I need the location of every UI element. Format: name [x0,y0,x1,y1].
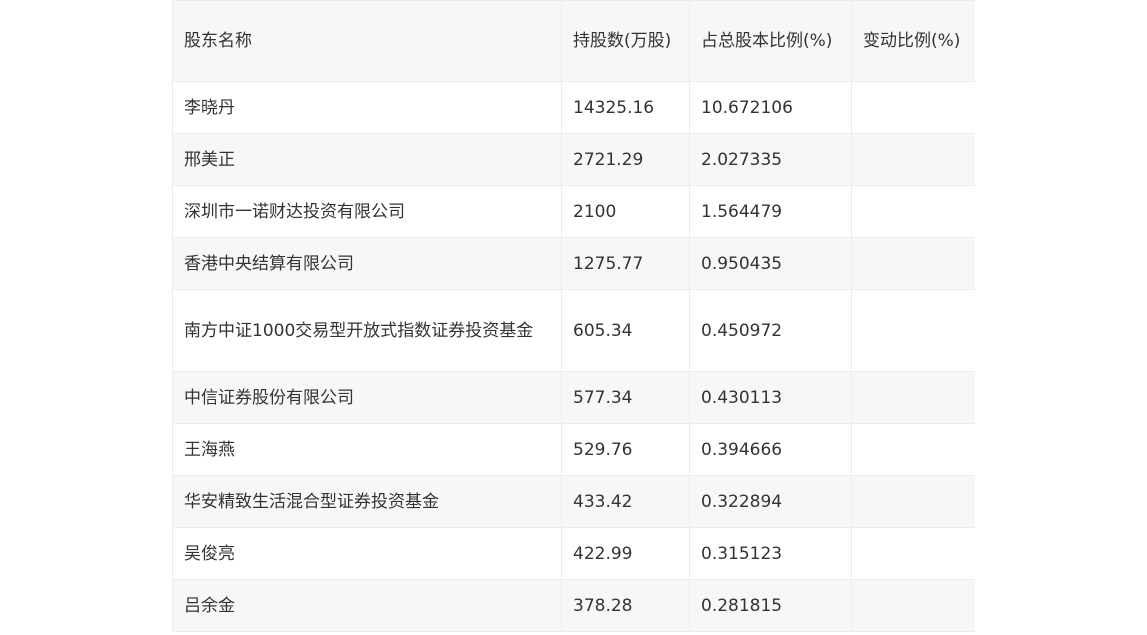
header-shares-held: 持股数(万股) [561,0,690,82]
cell-change-ratio [851,527,975,580]
table-row: 华安精致生活混合型证券投资基金 433.42 0.322894 [172,475,975,528]
cell-shares-held: 2721.29 [561,133,690,186]
cell-change-ratio [851,237,975,290]
cell-shareholder-name: 邢美正 [172,133,562,186]
cell-share-ratio: 1.564479 [689,185,852,238]
table-row: 深圳市一诺财达投资有限公司 2100 1.564479 [172,185,975,238]
cell-change-ratio [851,81,975,134]
header-row: 股东名称 持股数(万股) 占总股本比例(%) 变动比例(%) [172,0,975,82]
cell-share-ratio: 0.281815 [689,579,852,632]
table-row: 中信证券股份有限公司 577.34 0.430113 [172,371,975,424]
cell-share-ratio: 0.394666 [689,423,852,476]
cell-share-ratio: 0.322894 [689,475,852,528]
table-row: 吴俊亮 422.99 0.315123 [172,527,975,580]
cell-change-ratio [851,185,975,238]
table-header: 股东名称 持股数(万股) 占总股本比例(%) 变动比例(%) [172,0,975,82]
header-shareholder-name: 股东名称 [172,0,562,82]
table-row: 香港中央结算有限公司 1275.77 0.950435 [172,237,975,290]
header-share-ratio: 占总股本比例(%) [689,0,852,82]
cell-shareholder-name: 中信证券股份有限公司 [172,371,562,424]
cell-shareholder-name: 王海燕 [172,423,562,476]
cell-share-ratio: 0.430113 [689,371,852,424]
cell-shareholder-name: 深圳市一诺财达投资有限公司 [172,185,562,238]
cell-change-ratio [851,423,975,476]
cell-share-ratio: 0.450972 [689,289,852,372]
cell-share-ratio: 0.950435 [689,237,852,290]
cell-shares-held: 422.99 [561,527,690,580]
cell-shareholder-name: 吴俊亮 [172,527,562,580]
table-row: 南方中证1000交易型开放式指数证券投资基金 605.34 0.450972 [172,289,975,372]
cell-share-ratio: 2.027335 [689,133,852,186]
cell-shares-held: 577.34 [561,371,690,424]
cell-share-ratio: 10.672106 [689,81,852,134]
cell-shares-held: 529.76 [561,423,690,476]
cell-shares-held: 2100 [561,185,690,238]
cell-change-ratio [851,579,975,632]
cell-share-ratio: 0.315123 [689,527,852,580]
cell-shares-held: 433.42 [561,475,690,528]
cell-change-ratio [851,289,975,372]
header-change-ratio: 变动比例(%) [851,0,975,82]
cell-change-ratio [851,133,975,186]
table-row: 邢美正 2721.29 2.027335 [172,133,975,186]
table-row: 李晓丹 14325.16 10.672106 [172,81,975,134]
cell-shares-held: 1275.77 [561,237,690,290]
cell-shares-held: 378.28 [561,579,690,632]
cell-shares-held: 605.34 [561,289,690,372]
cell-shareholder-name: 南方中证1000交易型开放式指数证券投资基金 [172,289,562,372]
shareholder-table-container: 股东名称 持股数(万股) 占总股本比例(%) 变动比例(%) 李晓丹 14325… [172,0,975,635]
table-body: 李晓丹 14325.16 10.672106 邢美正 2721.29 2.027… [172,81,975,632]
table-row: 王海燕 529.76 0.394666 [172,423,975,476]
cell-change-ratio [851,475,975,528]
cell-shareholder-name: 李晓丹 [172,81,562,134]
shareholder-table: 股东名称 持股数(万股) 占总股本比例(%) 变动比例(%) 李晓丹 14325… [172,0,975,632]
cell-change-ratio [851,371,975,424]
cell-shareholder-name: 香港中央结算有限公司 [172,237,562,290]
cell-shares-held: 14325.16 [561,81,690,134]
table-row: 吕余金 378.28 0.281815 [172,579,975,632]
cell-shareholder-name: 吕余金 [172,579,562,632]
cell-shareholder-name: 华安精致生活混合型证券投资基金 [172,475,562,528]
